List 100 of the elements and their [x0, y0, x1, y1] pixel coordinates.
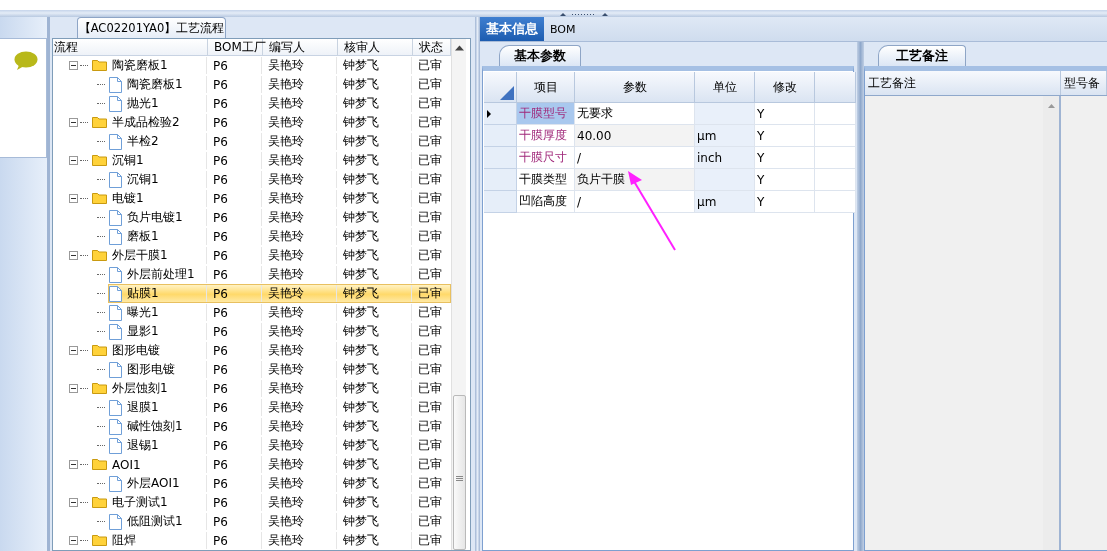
- table-cell: 吴艳玲: [268, 513, 304, 530]
- table-cell: P6: [213, 96, 228, 111]
- file-icon: [109, 437, 122, 454]
- collapse-icon[interactable]: [69, 498, 78, 507]
- grip-icon: [455, 476, 463, 481]
- tree-row[interactable]: 沉铜1 P6 吴艳玲 钟梦飞 已审: [108, 170, 451, 189]
- process-name: 图形电镀: [127, 361, 175, 378]
- collapse-icon[interactable]: [69, 460, 78, 469]
- tree-row[interactable]: 外层干膜1 P6 吴艳玲 钟梦飞 已审: [91, 246, 451, 265]
- table-cell: 已审: [418, 114, 442, 131]
- scrollbar[interactable]: [451, 39, 466, 550]
- tree-row[interactable]: 碱性蚀刻1 P6 吴艳玲 钟梦飞 已审: [108, 417, 451, 436]
- collapse-icon[interactable]: [69, 156, 78, 165]
- parameter-value: 无要求: [577, 105, 613, 122]
- tree-row[interactable]: 陶瓷磨板1 P6 吴艳玲 钟梦飞 已审: [91, 56, 451, 75]
- process-name: 低阻测试1: [127, 513, 183, 530]
- table-cell: P6: [213, 115, 228, 130]
- file-icon: [109, 95, 122, 112]
- tab[interactable]: 基本信息: [480, 17, 544, 41]
- tree-row[interactable]: 图形电镀 P6 吴艳玲 钟梦飞 已审: [108, 360, 451, 379]
- column-header[interactable]: 流程: [53, 39, 208, 55]
- table-cell: 吴艳玲: [268, 247, 304, 264]
- folder-icon: [92, 345, 107, 356]
- table-cell: 钟梦飞: [343, 285, 379, 302]
- table-cell: 已审: [418, 76, 442, 93]
- table-cell: 钟梦飞: [343, 361, 379, 378]
- tree-row[interactable]: 沉铜1 P6 吴艳玲 钟梦飞 已审: [91, 151, 451, 170]
- process-name: 退膜1: [127, 399, 159, 416]
- table-cell: P6: [213, 267, 228, 282]
- table-cell: P6: [213, 172, 228, 187]
- column-header[interactable]: 工艺备注: [865, 71, 1061, 95]
- folder-icon: [92, 383, 107, 394]
- column-header[interactable]: 参数: [575, 72, 695, 103]
- tree-row[interactable]: 半检2 P6 吴艳玲 钟梦飞 已审: [108, 132, 451, 151]
- tab[interactable]: BOM: [544, 17, 582, 41]
- tab[interactable]: 基本参数: [499, 45, 581, 66]
- table-cell: 钟梦飞: [343, 57, 379, 74]
- table-cell: P6: [213, 457, 228, 472]
- column-header[interactable]: 单位: [695, 72, 755, 103]
- collapse-icon[interactable]: [69, 346, 78, 355]
- tree-row[interactable]: 低阻测试1 P6 吴艳玲 钟梦飞 已审: [108, 512, 451, 531]
- tree-row[interactable]: 半成品检验2 P6 吴艳玲 钟梦飞 已审: [91, 113, 451, 132]
- scroll-up-icon[interactable]: [454, 45, 464, 51]
- table-cell: 吴艳玲: [268, 342, 304, 359]
- unit-cell: inch: [697, 150, 723, 165]
- file-icon: [109, 209, 122, 226]
- tab[interactable]: 工艺备注: [878, 45, 966, 66]
- scrollbar[interactable]: [1043, 96, 1059, 550]
- column-header: [815, 72, 856, 103]
- column-header[interactable]: 核审人: [338, 39, 413, 55]
- splitter-grip-icon[interactable]: [558, 12, 609, 17]
- tree-row[interactable]: 外层蚀刻1 P6 吴艳玲 钟梦飞 已审: [91, 379, 451, 398]
- table-cell: P6: [213, 400, 228, 415]
- tree-row[interactable]: 显影1 P6 吴艳玲 钟梦飞 已审: [108, 322, 451, 341]
- collapse-icon[interactable]: [69, 61, 78, 70]
- column-header[interactable]: 型号备: [1061, 71, 1107, 95]
- tree-row[interactable]: 曝光1 P6 吴艳玲 钟梦飞 已审: [108, 303, 451, 322]
- process-name: 电子测试1: [112, 494, 168, 511]
- tree-row[interactable]: 磨板1 P6 吴艳玲 钟梦飞 已审: [108, 227, 451, 246]
- tree-row[interactable]: 电镀1 P6 吴艳玲 钟梦飞 已审: [91, 189, 451, 208]
- column-header[interactable]: 项目: [517, 72, 575, 103]
- table-cell: 已审: [418, 361, 442, 378]
- column-header[interactable]: 修改: [755, 72, 815, 103]
- table-cell: 已审: [418, 228, 442, 245]
- scroll-thumb[interactable]: [452, 395, 466, 550]
- collapse-icon[interactable]: [69, 194, 78, 203]
- tree-row[interactable]: 贴膜1 P6 吴艳玲 钟梦飞 已审: [108, 284, 451, 303]
- tree-row[interactable]: 图形电镀 P6 吴艳玲 钟梦飞 已审: [91, 341, 451, 360]
- tree-row[interactable]: 退膜1 P6 吴艳玲 钟梦飞 已审: [108, 398, 451, 417]
- table-cell: 吴艳玲: [268, 190, 304, 207]
- tree-row[interactable]: 阻焊 P6 吴艳玲 钟梦飞 已审: [91, 531, 451, 550]
- process-name: 陶瓷磨板1: [112, 57, 168, 74]
- folder-icon: [92, 117, 107, 128]
- collapse-icon[interactable]: [69, 384, 78, 393]
- table-cell: P6: [213, 476, 228, 491]
- table-cell: P6: [213, 419, 228, 434]
- table-cell: P6: [213, 134, 228, 149]
- collapse-icon[interactable]: [69, 251, 78, 260]
- table-cell: 吴艳玲: [268, 304, 304, 321]
- tree-row[interactable]: AOI1 P6 吴艳玲 钟梦飞 已审: [91, 455, 451, 474]
- process-name: 外层蚀刻1: [112, 380, 168, 397]
- tree-row[interactable]: 外层前处理1 P6 吴艳玲 钟梦飞 已审: [108, 265, 451, 284]
- tree-row[interactable]: 外层AOI1 P6 吴艳玲 钟梦飞 已审: [108, 474, 451, 493]
- table-cell: 已审: [418, 152, 442, 169]
- row-header[interactable]: [484, 103, 517, 125]
- tree-row[interactable]: 负片电镀1 P6 吴艳玲 钟梦飞 已审: [108, 208, 451, 227]
- process-name: 沉铜1: [112, 152, 144, 169]
- parameter-name: 干膜型号: [519, 105, 567, 122]
- table-cell: 已审: [418, 456, 442, 473]
- tree-row[interactable]: 电子测试1 P6 吴艳玲 钟梦飞 已审: [91, 493, 451, 512]
- file-icon: [109, 76, 122, 93]
- table-cell: P6: [213, 343, 228, 358]
- table-cell: 吴艳玲: [268, 380, 304, 397]
- collapse-icon[interactable]: [69, 536, 78, 545]
- tree-row[interactable]: 陶瓷磨板1 P6 吴艳玲 钟梦飞 已审: [108, 75, 451, 94]
- tree-row[interactable]: 抛光1 P6 吴艳玲 钟梦飞 已审: [108, 94, 451, 113]
- tree-row[interactable]: 退锡1 P6 吴艳玲 钟梦飞 已审: [108, 436, 451, 455]
- collapse-icon[interactable]: [69, 118, 78, 127]
- table-cell: 钟梦飞: [343, 228, 379, 245]
- process-name: 半成品检验2: [112, 114, 180, 131]
